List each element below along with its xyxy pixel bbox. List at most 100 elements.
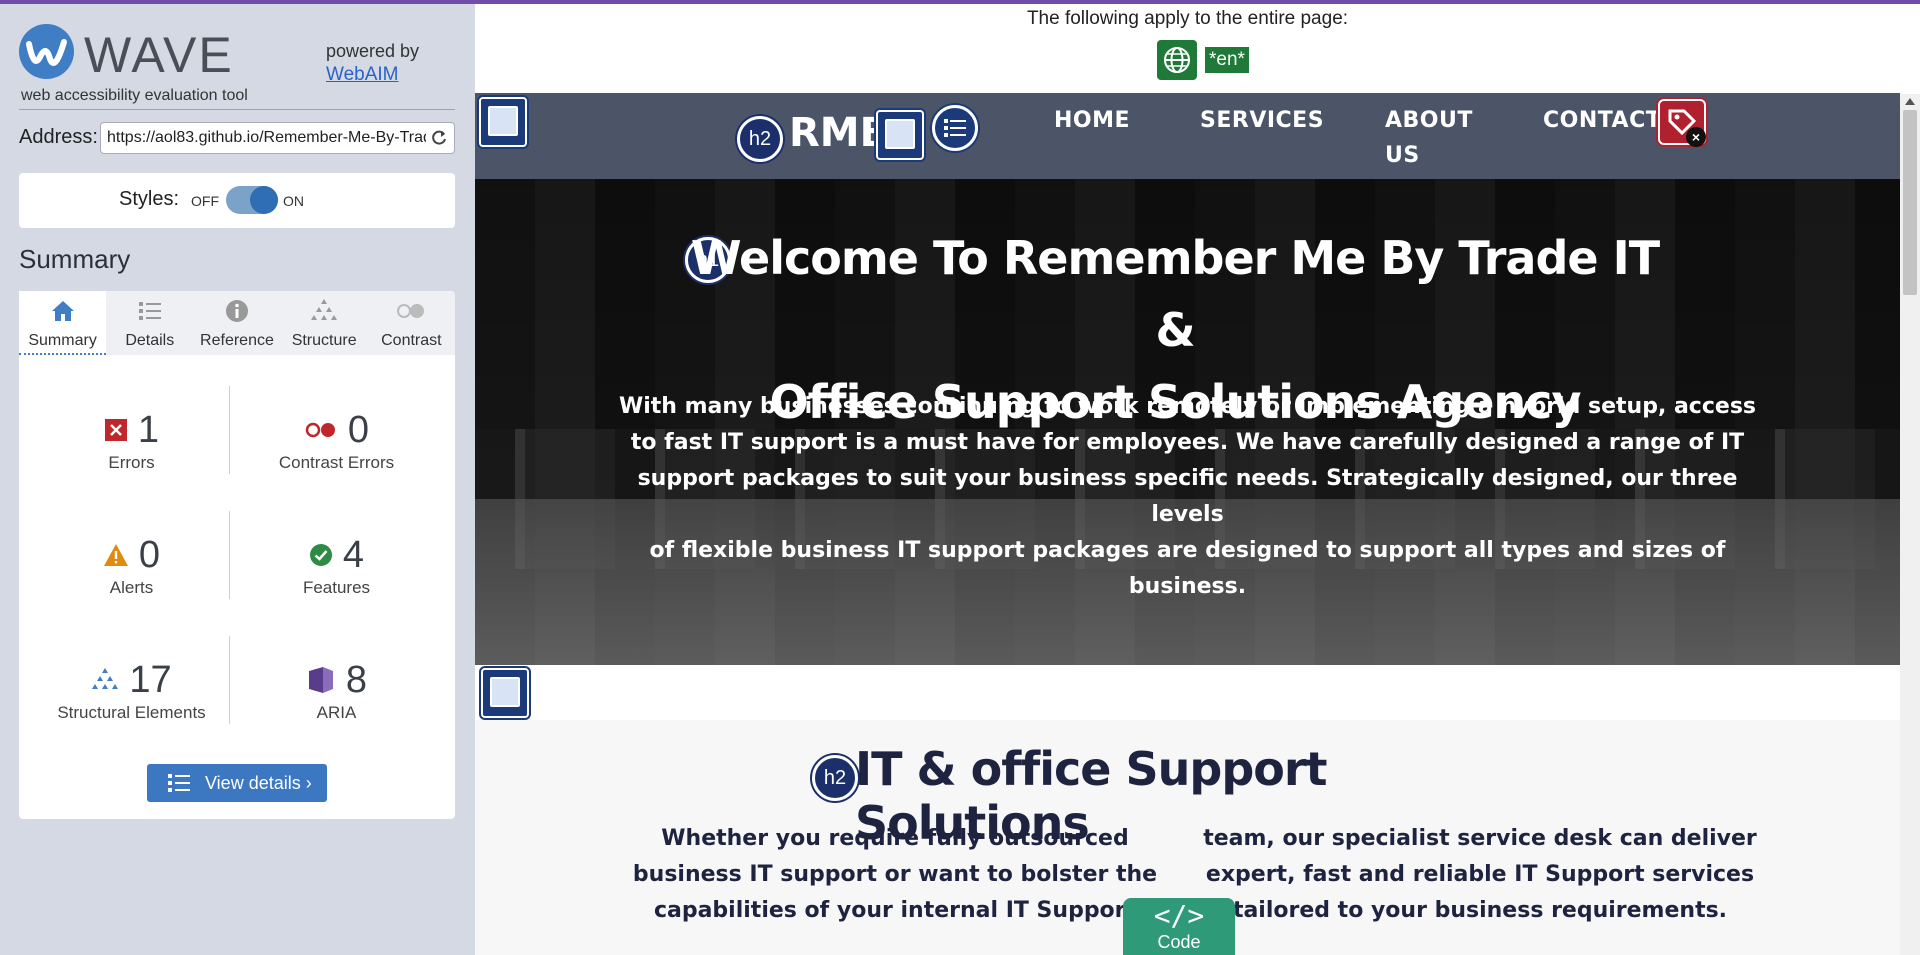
- tab-label: Details: [125, 332, 175, 349]
- tab-summary[interactable]: Summary: [19, 291, 107, 355]
- hero-body-line: business.: [1128, 574, 1247, 599]
- error-close-icon: ×: [1686, 127, 1706, 147]
- nav-contact[interactable]: CONTACT: [1543, 108, 1661, 133]
- tab-label: Summary: [28, 332, 97, 349]
- stats-divider: [229, 636, 230, 724]
- alert-icon: [103, 544, 128, 566]
- stat-errors[interactable]: 1 Errors: [39, 409, 224, 473]
- list-icon: [168, 774, 190, 792]
- stat-structural[interactable]: 17 Structural Elements: [39, 659, 224, 723]
- tab-label: Contrast: [381, 332, 442, 349]
- wave-logo-icon: [19, 24, 74, 79]
- scrollbar-thumb[interactable]: [1903, 110, 1917, 295]
- address-label: Address:: [19, 126, 98, 148]
- contrast-errors-count: 0: [347, 408, 370, 451]
- hero-body-line: With many businesses continuing to work …: [618, 394, 1757, 419]
- webaim-link[interactable]: WebAIM: [326, 64, 399, 86]
- section-col-line: tailored to your business requirements.: [1232, 898, 1728, 923]
- stat-contrast-errors[interactable]: 0 Contrast Errors: [234, 409, 439, 473]
- errors-count: 1: [137, 408, 160, 451]
- section-col-line: expert, fast and reliable IT Support ser…: [1205, 862, 1755, 887]
- summary-heading: Summary: [19, 244, 131, 274]
- section-col-line: team, our specialist service desk can de…: [1203, 826, 1757, 851]
- wave-brand: WAVE: [84, 27, 234, 83]
- summary-panel: Summary Details Reference Structure Cont…: [19, 291, 455, 819]
- tab-contrast[interactable]: Contrast: [368, 291, 455, 355]
- stats-divider: [229, 386, 230, 474]
- alerts-label: Alerts: [109, 578, 154, 597]
- feature-check-icon: [309, 544, 332, 566]
- nav-region-icon[interactable]: [876, 110, 924, 160]
- address-input[interactable]: [107, 129, 426, 147]
- stat-aria[interactable]: 8 ARIA: [234, 659, 439, 723]
- section-col-line: capabilities of your internal IT Support: [653, 898, 1137, 923]
- globe-language-icon[interactable]: [1157, 40, 1197, 80]
- tab-label: Structure: [291, 332, 357, 349]
- code-label: Code: [1157, 932, 1201, 952]
- tab-reference[interactable]: Reference: [193, 291, 280, 355]
- styles-on-label: ON: [283, 193, 304, 209]
- stat-features[interactable]: 4 Features: [234, 534, 439, 598]
- hero-body: With many businesses continuing to work …: [615, 389, 1760, 605]
- features-count: 4: [342, 533, 365, 576]
- header-region-icon[interactable]: [479, 97, 527, 147]
- stat-alerts[interactable]: 0 Alerts: [39, 534, 224, 598]
- styles-label: Styles:: [119, 188, 180, 210]
- structural-label: Structural Elements: [57, 703, 206, 722]
- error-icon: [104, 419, 127, 441]
- hero-body-line: to fast IT support is a must have for em…: [630, 430, 1745, 455]
- h2-heading-badge[interactable]: h2: [812, 755, 858, 801]
- code-icon: </>: [1153, 899, 1205, 932]
- contrast-errors-label: Contrast Errors: [278, 453, 395, 472]
- styles-off-label: OFF: [191, 193, 219, 209]
- errors-label: Errors: [108, 453, 155, 472]
- list-structure-icon[interactable]: [932, 105, 978, 151]
- powered-by-text: powered by: [326, 41, 420, 61]
- tab-structure[interactable]: Structure: [281, 291, 368, 355]
- contrast-icon: [397, 304, 425, 318]
- section-col-line: Whether you require fully outsourced: [661, 826, 1129, 851]
- styles-card: Styles: OFF ON: [19, 173, 455, 228]
- header-divider: [19, 109, 455, 110]
- aria-label: ARIA: [316, 703, 357, 722]
- stats-divider: [229, 511, 230, 599]
- section-col-line: business IT support or want to bolster t…: [632, 862, 1158, 887]
- tab-details[interactable]: Details: [106, 291, 193, 355]
- nav-services[interactable]: SERVICES: [1200, 108, 1324, 133]
- reload-icon[interactable]: [430, 129, 448, 147]
- language-badge[interactable]: *en*: [1205, 47, 1249, 73]
- view-details-button[interactable]: View details ›: [147, 764, 327, 802]
- nav-home[interactable]: HOME: [1054, 108, 1130, 133]
- address-box: [100, 122, 455, 154]
- page-wide-icons: *en*: [1157, 40, 1249, 80]
- styles-toggle[interactable]: [226, 186, 278, 214]
- hero-body-line: support packages to suit your business s…: [637, 466, 1738, 527]
- wave-sidebar: WAVE web accessibility evaluation tool p…: [0, 4, 475, 955]
- structure-icon: [92, 668, 119, 689]
- site-brand[interactable]: RMB: [789, 110, 890, 156]
- hero-body-line: of flexible business IT support packages…: [649, 538, 1726, 563]
- contrast-error-icon: [305, 422, 335, 438]
- hierarchy-icon: [311, 299, 338, 320]
- panel-tabs: Summary Details Reference Structure Cont…: [19, 291, 455, 355]
- aria-count: 8: [345, 658, 368, 701]
- tab-label: Reference: [200, 332, 274, 349]
- h2-heading-badge[interactable]: h2: [737, 116, 783, 162]
- info-icon: [225, 300, 248, 322]
- section-col-right: team, our specialist service desk can de…: [1200, 821, 1760, 929]
- scroll-up-arrow-icon[interactable]: [1905, 98, 1915, 105]
- nav-about-us[interactable]: US: [1385, 143, 1420, 168]
- code-toggle-button[interactable]: </> Code: [1123, 898, 1235, 955]
- wave-subtitle: web accessibility evaluation tool: [21, 87, 248, 104]
- features-label: Features: [302, 578, 371, 597]
- nav-about[interactable]: ABOUT: [1385, 108, 1473, 133]
- hero-title-line: Welcome To Remember Me By Trade IT &: [690, 231, 1660, 357]
- section-strip: [475, 665, 1900, 720]
- main-region-icon[interactable]: [481, 668, 529, 718]
- list-icon: [138, 302, 161, 320]
- home-icon: [51, 301, 74, 321]
- section-col-left: Whether you require fully outsourced bus…: [630, 821, 1160, 929]
- toggle-knob: [250, 186, 278, 214]
- alerts-count: 0: [138, 533, 161, 576]
- page-wide-notice: The following apply to the entire page:: [1026, 8, 1349, 29]
